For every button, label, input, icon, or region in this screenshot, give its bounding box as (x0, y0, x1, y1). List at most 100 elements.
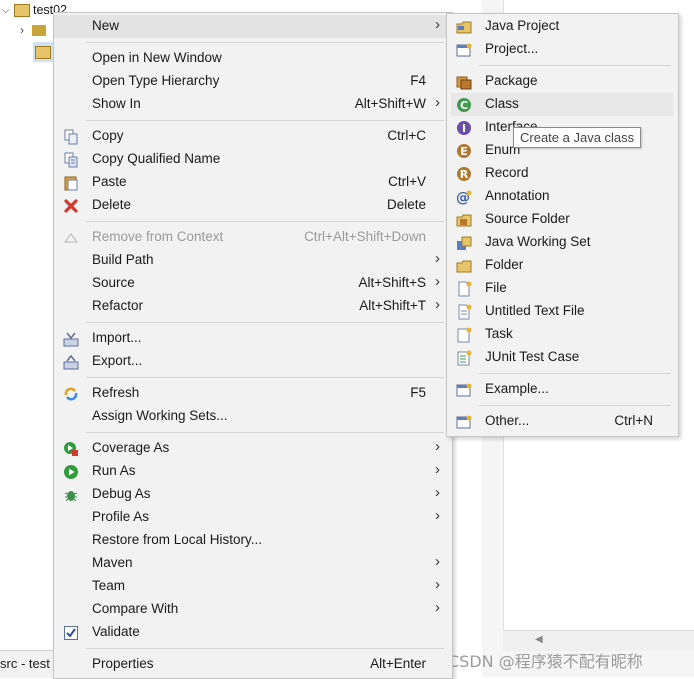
menu-item-run-as[interactable]: Run As › (54, 460, 452, 483)
menu-item-label: Open in New Window (92, 50, 222, 65)
class-icon: C (456, 97, 472, 113)
chevron-right-icon: › (435, 250, 440, 267)
submenu-item-class[interactable]: C Class (451, 93, 673, 116)
chevron-down-icon[interactable]: ⌵ (2, 5, 14, 16)
submenu-item-annotation[interactable]: @ Annotation (447, 185, 678, 208)
debug-icon (63, 487, 79, 503)
file-icon (456, 281, 472, 297)
delete-icon (63, 198, 79, 214)
menu-item-debug-as[interactable]: Debug As › (54, 483, 452, 506)
chevron-right-icon[interactable]: › (20, 23, 32, 37)
submenu-item-file[interactable]: File (447, 277, 678, 300)
record-icon: R (456, 166, 472, 182)
menu-item-assign-working-sets[interactable]: Assign Working Sets... (54, 405, 452, 428)
scroll-left-icon[interactable]: ◀ (535, 634, 543, 645)
menu-item-refactor[interactable]: Refactor Alt+Shift+T › (54, 295, 452, 318)
menu-item-accelerator: Ctrl+V (388, 174, 426, 189)
menu-item-source[interactable]: Source Alt+Shift+S › (54, 272, 452, 295)
menu-item-restore-local-history[interactable]: Restore from Local History... (54, 529, 452, 552)
menu-item-delete[interactable]: Delete Delete (54, 194, 452, 217)
menu-item-label: Build Path (92, 252, 154, 267)
chevron-right-icon: › (435, 484, 440, 501)
submenu-item-project[interactable]: Project... (447, 38, 678, 61)
submenu-item-junit-test-case[interactable]: JUnit Test Case (447, 346, 678, 369)
menu-item-team[interactable]: Team › (54, 575, 452, 598)
menu-item-copy[interactable]: Copy Ctrl+C (54, 125, 452, 148)
menu-item-label: Class (485, 96, 519, 111)
menu-item-compare-with[interactable]: Compare With › (54, 598, 452, 621)
chevron-right-icon: › (435, 461, 440, 478)
svg-text:I: I (462, 122, 466, 135)
menu-item-label: Source (92, 275, 135, 290)
interface-icon: I (456, 120, 472, 136)
menu-separator (479, 405, 671, 406)
chevron-right-icon: › (435, 507, 440, 524)
menu-item-label: Copy Qualified Name (92, 151, 221, 166)
menu-item-label: Package (485, 73, 538, 88)
menu-item-properties[interactable]: Properties Alt+Enter (54, 653, 452, 676)
menu-item-label: Annotation (485, 188, 550, 203)
tree-row-selected[interactable] (33, 42, 53, 62)
watermark: CSDN @程序猿不配有昵称 (448, 652, 643, 671)
menu-item-label: Java Project (485, 18, 560, 33)
menu-item-label: Run As (92, 463, 136, 478)
menu-separator (479, 373, 671, 374)
menu-item-label: Task (485, 326, 513, 341)
import-icon (63, 331, 79, 347)
copy-qualified-name-icon (63, 152, 79, 168)
menu-item-paste[interactable]: Paste Ctrl+V (54, 171, 452, 194)
chevron-right-icon: › (435, 16, 440, 33)
example-icon (456, 382, 472, 398)
java-project-icon (456, 19, 472, 35)
folder-icon (456, 258, 472, 274)
menu-item-export[interactable]: Export... (54, 350, 452, 373)
menu-item-build-path[interactable]: Build Path › (54, 249, 452, 272)
menu-item-profile-as[interactable]: Profile As › (54, 506, 452, 529)
menu-item-maven[interactable]: Maven › (54, 552, 452, 575)
menu-item-label: Profile As (92, 509, 150, 524)
menu-item-accelerator: Ctrl+N (614, 413, 653, 428)
submenu-item-package[interactable]: Package (447, 70, 678, 93)
submenu-item-record[interactable]: R Record (447, 162, 678, 185)
tooltip: Create a Java class (513, 127, 642, 148)
menu-item-label: Assign Working Sets... (92, 408, 228, 423)
submenu-item-java-working-set[interactable]: Java Working Set (447, 231, 678, 254)
chevron-right-icon: › (435, 553, 440, 570)
menu-item-show-in[interactable]: Show In Alt+Shift+W › (54, 93, 452, 116)
chevron-right-icon: › (435, 296, 440, 313)
submenu-item-folder[interactable]: Folder (447, 254, 678, 277)
tree-row-child[interactable]: › (20, 20, 46, 40)
project-folder-icon (14, 3, 30, 17)
menu-item-open-type-hierarchy[interactable]: Open Type Hierarchy F4 (54, 70, 452, 93)
submenu-item-task[interactable]: Task (447, 323, 678, 346)
menu-item-accelerator: Alt+Shift+T (359, 298, 426, 313)
menu-separator (86, 377, 444, 378)
menu-item-accelerator: Ctrl+Alt+Shift+Down (304, 229, 426, 244)
menu-item-validate[interactable]: Validate (54, 621, 452, 644)
submenu-item-other[interactable]: Other... Ctrl+N (447, 410, 678, 433)
menu-item-open-in-new-window[interactable]: Open in New Window (54, 47, 452, 70)
submenu-item-java-project[interactable]: Java Project (447, 15, 678, 38)
menu-separator (86, 42, 444, 43)
menu-item-import[interactable]: Import... (54, 327, 452, 350)
submenu-item-untitled-text-file[interactable]: Untitled Text File (447, 300, 678, 323)
submenu-item-example[interactable]: Example... (447, 378, 678, 401)
other-icon (456, 414, 472, 430)
menu-separator (86, 648, 444, 649)
menu-item-new[interactable]: New › (54, 15, 452, 38)
menu-separator (86, 322, 444, 323)
submenu-item-source-folder[interactable]: Source Folder (447, 208, 678, 231)
menu-item-label: Validate (92, 624, 140, 639)
chevron-right-icon: › (435, 576, 440, 593)
copy-icon (63, 129, 79, 145)
menu-separator (86, 432, 444, 433)
run-icon (63, 464, 79, 480)
working-set-icon (456, 235, 472, 251)
menu-item-label: Folder (485, 257, 524, 272)
menu-item-refresh[interactable]: Refresh F5 (54, 382, 452, 405)
chevron-right-icon: › (435, 94, 440, 111)
menu-item-label: Properties (92, 656, 154, 671)
menu-item-coverage-as[interactable]: Coverage As › (54, 437, 452, 460)
menu-item-copy-qualified-name[interactable]: Copy Qualified Name (54, 148, 452, 171)
menu-separator (86, 221, 444, 222)
